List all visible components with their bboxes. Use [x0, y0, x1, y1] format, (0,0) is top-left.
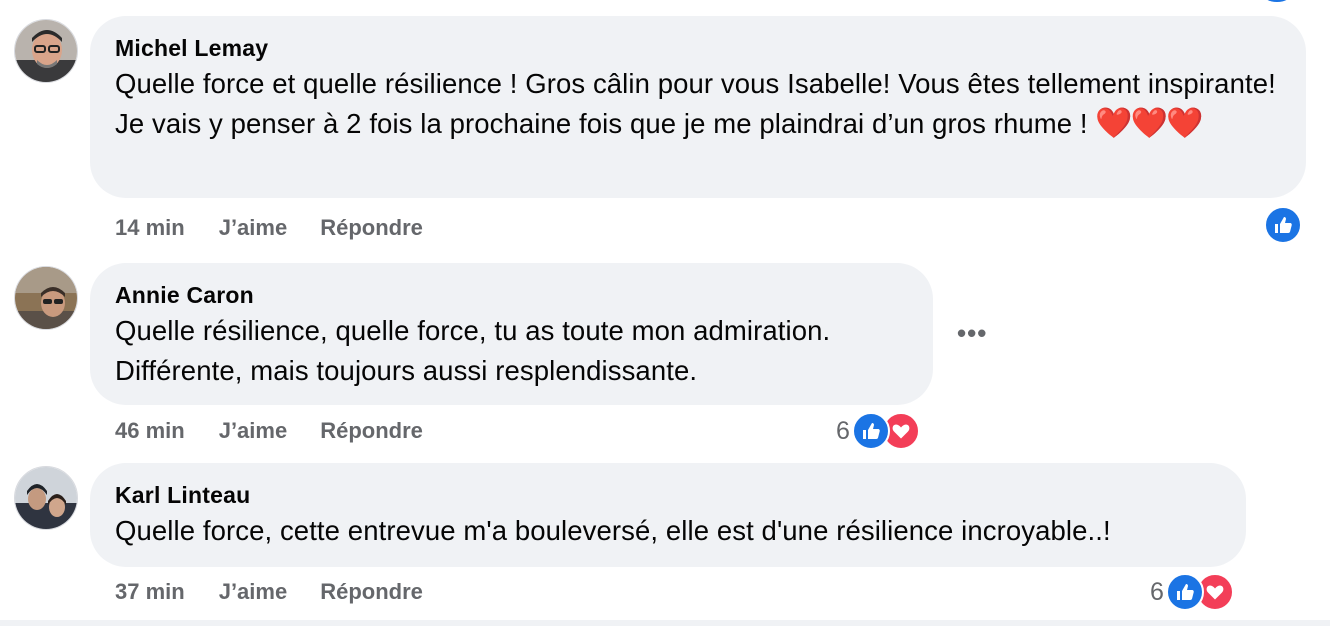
like-icon [1264, 206, 1302, 244]
comment-bubble: Karl Linteau Quelle force, cette entrevu… [90, 463, 1246, 567]
reply-button[interactable]: Répondre [320, 215, 423, 241]
comment-timestamp[interactable]: 14 min [115, 215, 185, 241]
avatar-michel-lemay[interactable] [14, 19, 78, 83]
comment-author[interactable]: Michel Lemay [115, 34, 1282, 62]
comment-actions: 46 min J’aime Répondre [115, 418, 423, 444]
avatar-karl-linteau[interactable] [14, 466, 78, 530]
reaction-count: 6 [836, 416, 850, 445]
comment-text: Quelle résilience, quelle force, tu as t… [115, 315, 831, 386]
comment-text: Quelle force et quelle résilience ! Gros… [115, 64, 1282, 144]
like-button[interactable]: J’aime [219, 418, 288, 444]
comment-actions: 37 min J’aime Répondre [115, 579, 423, 605]
heart-emoji-icon: ❤️❤️❤️ [1095, 107, 1203, 140]
comment-actions: 14 min J’aime Répondre [115, 215, 423, 241]
comment-timestamp[interactable]: 37 min [115, 579, 185, 605]
like-button[interactable]: J’aime [219, 579, 288, 605]
more-options-icon[interactable]: ••• [957, 318, 987, 349]
comment-timestamp[interactable]: 46 min [115, 418, 185, 444]
like-icon [1165, 573, 1204, 611]
reaction-icon-partial [1262, 0, 1292, 2]
comment-text: Quelle force, cette entrevue m'a bouleve… [115, 515, 1111, 546]
comment-bubble: Michel Lemay Quelle force et quelle rési… [90, 16, 1306, 198]
like-button[interactable]: J’aime [219, 215, 288, 241]
reply-button[interactable]: Répondre [320, 579, 423, 605]
comment-bubble: Annie Caron Quelle résilience, quelle fo… [90, 263, 933, 405]
reaction-summary[interactable]: 6 [1150, 573, 1234, 611]
comment-author[interactable]: Annie Caron [115, 281, 909, 309]
like-icon [851, 412, 890, 450]
reaction-summary[interactable]: 6 [836, 412, 920, 450]
reaction-count: 6 [1150, 577, 1164, 606]
comment-author[interactable]: Karl Linteau [115, 481, 1222, 509]
reaction-summary[interactable] [1264, 206, 1302, 244]
reply-button[interactable]: Répondre [320, 418, 423, 444]
next-comment-edge [0, 620, 1330, 626]
avatar-annie-caron[interactable] [14, 266, 78, 330]
